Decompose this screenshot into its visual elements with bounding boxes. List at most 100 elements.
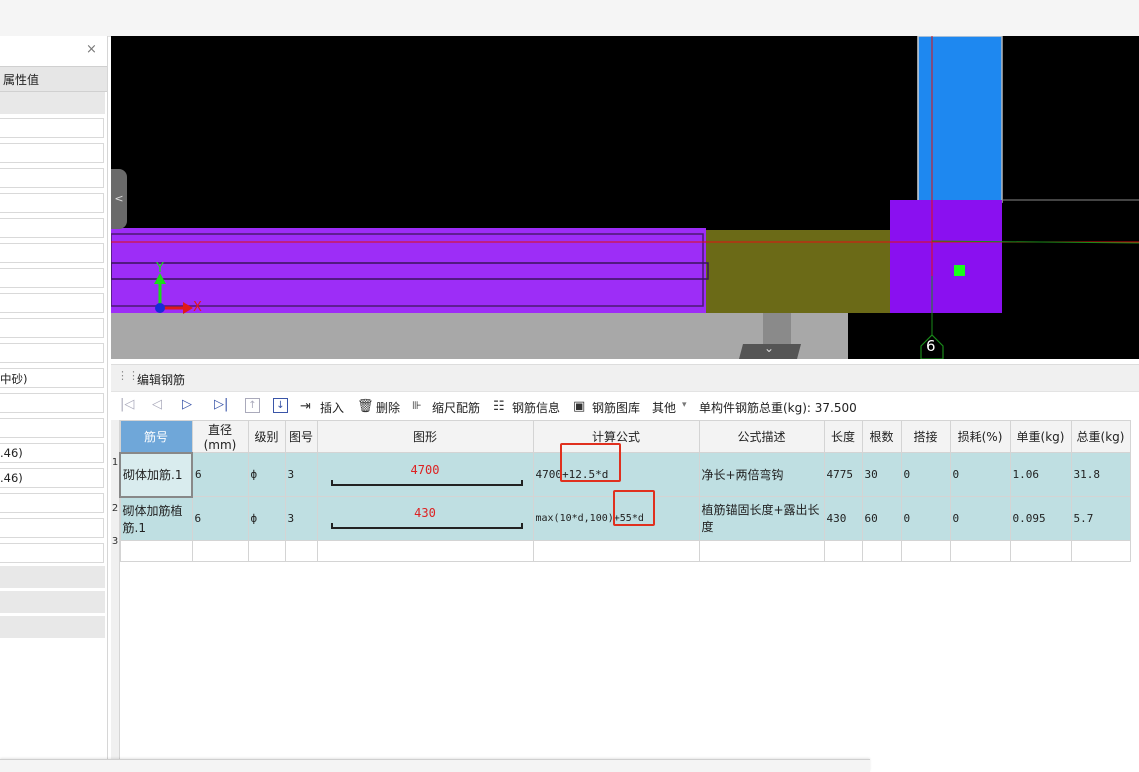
lap-cell[interactable]: 0 bbox=[900, 496, 951, 541]
bottom-panel-edge bbox=[0, 759, 870, 772]
total-weight-cell[interactable]: 31.8 bbox=[1070, 452, 1131, 497]
length-cell[interactable]: 430 bbox=[823, 496, 863, 541]
unit-weight-cell[interactable]: 0.095 bbox=[1009, 496, 1072, 541]
property-row[interactable] bbox=[0, 243, 104, 263]
grade-cell[interactable]: ф bbox=[247, 452, 286, 497]
column-header[interactable]: 公式描述 bbox=[698, 420, 825, 453]
column-header[interactable]: 级别 bbox=[247, 420, 286, 453]
column-header[interactable]: 总重(kg) bbox=[1070, 420, 1131, 453]
loss-cell[interactable]: 0 bbox=[949, 452, 1011, 497]
rebar-name-cell[interactable]: 砌体加筋植筋.1 bbox=[119, 496, 193, 541]
row-number: 2 bbox=[111, 503, 119, 514]
rebar-shape: 4700 bbox=[325, 460, 525, 490]
property-row[interactable]: .46) bbox=[0, 468, 104, 488]
drawing-canvas[interactable]: Y X 6 < ⌄ bbox=[111, 36, 1139, 359]
first-record-icon[interactable]: |◁ bbox=[120, 397, 134, 412]
rebar-name-cell[interactable]: 砌体加筋.1 bbox=[119, 451, 193, 498]
rebar-shape-line bbox=[331, 523, 523, 530]
green-marker bbox=[954, 265, 965, 276]
property-group-row[interactable] bbox=[0, 616, 105, 638]
axis-number: 6 bbox=[926, 337, 936, 355]
x-axis-label: X bbox=[193, 300, 202, 315]
count-cell[interactable]: 30 bbox=[861, 452, 902, 497]
loss-cell[interactable]: 0 bbox=[949, 496, 1011, 541]
info-list-icon: ☷ bbox=[493, 399, 505, 414]
property-row[interactable] bbox=[0, 418, 104, 438]
library-icon: ▣ bbox=[573, 399, 586, 414]
formula-description-cell[interactable]: 植筋锚固长度+露出长度 bbox=[698, 496, 825, 541]
rebar-shape-line bbox=[331, 479, 523, 486]
row-number: 3 bbox=[111, 536, 119, 547]
highlight-box bbox=[613, 490, 655, 526]
trash-icon: 🗑 bbox=[357, 399, 374, 414]
property-row[interactable]: 中砂) bbox=[0, 368, 104, 388]
column-header[interactable]: 图号 bbox=[284, 420, 318, 453]
chevron-down-icon[interactable]: ⌄ bbox=[764, 341, 774, 355]
property-row[interactable] bbox=[0, 343, 104, 363]
other-dropdown[interactable]: 其他 ▾ bbox=[652, 395, 692, 417]
property-value-header-label: 属性值 bbox=[3, 73, 40, 87]
figure-number-cell[interactable]: 3 bbox=[284, 452, 318, 497]
column-header[interactable]: 筋号 bbox=[119, 420, 193, 453]
properties-panel: × 属性值 中砂) .46) .46) bbox=[0, 36, 108, 771]
property-row[interactable] bbox=[0, 168, 104, 188]
property-row[interactable] bbox=[0, 268, 104, 288]
canvas-drawing bbox=[111, 36, 1139, 359]
grip-icon[interactable]: ⋮⋮ bbox=[117, 369, 139, 382]
count-cell[interactable]: 60 bbox=[861, 496, 902, 541]
column-header[interactable]: 损耗(%) bbox=[949, 420, 1011, 453]
rebar-shape: 430 bbox=[325, 503, 525, 533]
column-header[interactable]: 直径(mm) bbox=[191, 420, 249, 453]
floor-shape bbox=[111, 313, 848, 359]
property-row[interactable] bbox=[0, 118, 104, 138]
property-row[interactable] bbox=[0, 393, 104, 413]
highlight-box bbox=[560, 443, 621, 482]
origin-point bbox=[155, 303, 165, 313]
property-group-row[interactable] bbox=[0, 566, 105, 588]
top-bar bbox=[0, 0, 1139, 37]
diameter-cell[interactable]: 6 bbox=[191, 496, 249, 541]
edit-rebar-bar: ⋮⋮ 编辑钢筋 bbox=[111, 364, 1139, 392]
unit-weight-cell[interactable]: 1.06 bbox=[1009, 452, 1072, 497]
figure-number-cell[interactable]: 3 bbox=[284, 496, 318, 541]
prev-record-icon[interactable]: ◁ bbox=[152, 397, 162, 412]
chevron-down-icon: ▾ bbox=[682, 400, 687, 410]
property-group-row[interactable] bbox=[0, 92, 105, 114]
property-row[interactable] bbox=[0, 318, 104, 338]
property-row[interactable] bbox=[0, 218, 104, 238]
table-row[interactable] bbox=[119, 539, 1131, 562]
block-shape bbox=[890, 200, 1002, 313]
length-cell[interactable]: 4775 bbox=[823, 452, 863, 497]
rebar-grid: 1 2 3 筋号 直径(mm) 级别 图号 图形 计算公式 公式描述 长度 根数… bbox=[111, 420, 1139, 771]
property-row[interactable] bbox=[0, 293, 104, 313]
column-header[interactable]: 图形 bbox=[316, 420, 534, 453]
property-row[interactable] bbox=[0, 493, 104, 513]
column-header[interactable]: 单重(kg) bbox=[1009, 420, 1072, 453]
move-up-icon[interactable]: ↑ bbox=[245, 398, 260, 413]
collapse-panel-button[interactable]: < bbox=[111, 169, 127, 229]
property-value-header: 属性值 bbox=[0, 66, 107, 92]
property-row[interactable] bbox=[0, 518, 104, 538]
move-down-icon[interactable]: ↓ bbox=[273, 398, 288, 413]
property-row[interactable] bbox=[0, 543, 104, 563]
property-row[interactable] bbox=[0, 143, 104, 163]
column-header[interactable]: 长度 bbox=[823, 420, 863, 453]
next-record-icon[interactable]: ▷ bbox=[182, 397, 192, 412]
shape-cell[interactable]: 430 bbox=[316, 496, 534, 541]
total-weight-cell[interactable]: 5.7 bbox=[1070, 496, 1131, 541]
edit-rebar-title: 编辑钢筋 bbox=[137, 373, 186, 387]
property-group-row[interactable] bbox=[0, 591, 105, 613]
shape-cell[interactable]: 4700 bbox=[316, 452, 534, 497]
column-header[interactable]: 根数 bbox=[861, 420, 902, 453]
column-header[interactable]: 搭接 bbox=[900, 420, 951, 453]
lap-cell[interactable]: 0 bbox=[900, 452, 951, 497]
close-icon[interactable]: × bbox=[86, 42, 97, 57]
property-row[interactable]: .46) bbox=[0, 443, 104, 463]
formula-description-cell[interactable]: 净长+两倍弯钩 bbox=[698, 452, 825, 497]
grade-cell[interactable]: ф bbox=[247, 496, 286, 541]
diameter-cell[interactable]: 6 bbox=[191, 452, 249, 497]
insert-icon: ⇥ bbox=[300, 399, 311, 414]
property-row[interactable] bbox=[0, 193, 104, 213]
rebar-toolbar: |◁ ◁ ▷ ▷| ↑ ↓ ⇥ 插入 🗑 删除 ⊪ 缩尺配筋 ☷ 钢筋信息 ▣ … bbox=[111, 393, 1139, 419]
last-record-icon[interactable]: ▷| bbox=[214, 397, 228, 412]
